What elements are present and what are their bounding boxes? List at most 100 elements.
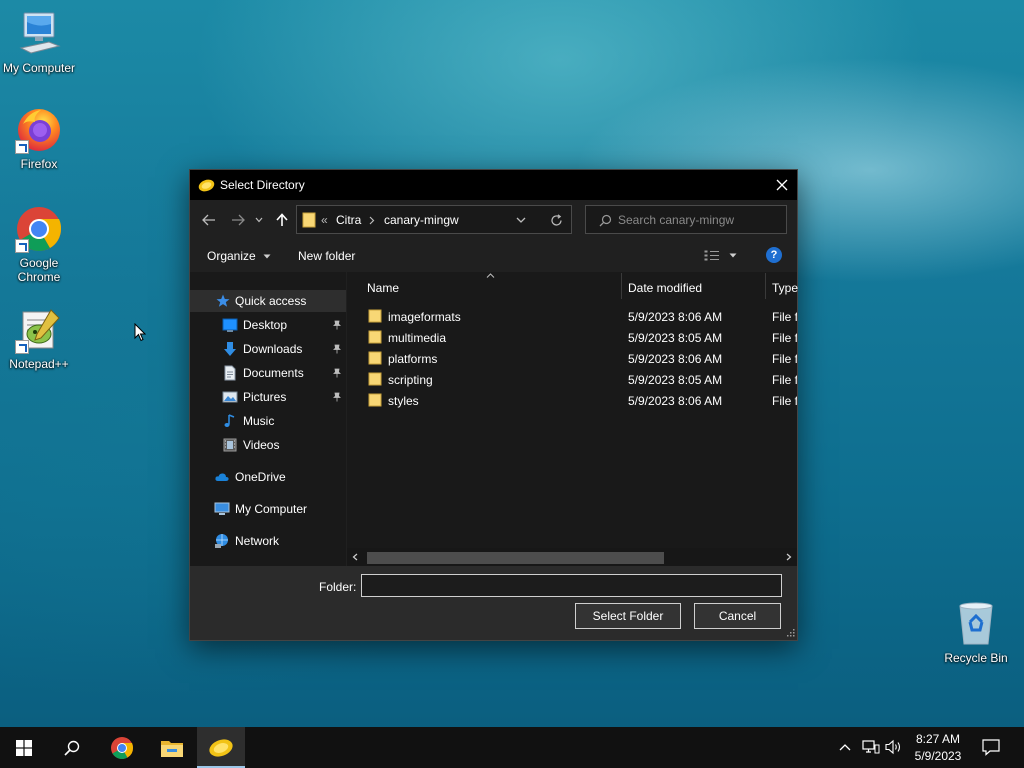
music-note-icon (224, 414, 235, 427)
scrollbar-thumb[interactable] (367, 552, 664, 564)
pin-icon[interactable] (332, 392, 342, 402)
view-options-button[interactable] (703, 248, 741, 264)
nav-label: Documents (243, 366, 304, 380)
pin-icon[interactable] (332, 344, 342, 354)
chevron-up-icon (839, 744, 851, 751)
refresh-button[interactable] (547, 212, 565, 228)
address-segment-canary-mingw[interactable]: canary-mingw (384, 213, 459, 227)
desktop-icon-google-chrome[interactable]: Google Chrome (0, 205, 79, 284)
cancel-button[interactable]: Cancel (694, 603, 781, 629)
taskbar: 8:27 AM 5/9/2023 (0, 727, 1024, 768)
desktop-icon-label: Recycle Bin (944, 651, 1008, 665)
up-button[interactable] (272, 210, 292, 230)
taskbar-file-explorer-button[interactable] (148, 727, 196, 768)
speaker-icon (885, 739, 901, 755)
network-status-button[interactable] (862, 739, 880, 755)
folder-label: Folder: (319, 580, 357, 594)
mouse-cursor-icon (134, 323, 146, 342)
new-folder-button[interactable]: New folder (298, 249, 355, 263)
address-bar[interactable]: « Citra canary-mingw (296, 205, 572, 234)
search-box[interactable]: Search canary-mingw (585, 205, 787, 234)
chevron-right-icon (369, 216, 375, 225)
volume-button[interactable] (885, 739, 903, 755)
start-button[interactable] (0, 727, 48, 768)
firefox-icon (15, 106, 63, 154)
taskbar-citra-button[interactable] (197, 727, 245, 768)
action-center-button[interactable] (982, 738, 1000, 756)
nav-downloads[interactable]: Downloads (190, 338, 346, 360)
film-strip-icon (223, 438, 237, 452)
computer-icon (15, 10, 63, 58)
shortcut-arrow-icon (15, 239, 29, 253)
column-header-type[interactable]: Type (772, 281, 798, 295)
desktop-icon-label: Google Chrome (17, 256, 61, 284)
select-folder-button[interactable]: Select Folder (575, 603, 681, 629)
help-button[interactable]: ? (766, 247, 782, 263)
scroll-left-icon[interactable] (352, 553, 358, 561)
desktop-icon-firefox[interactable]: Firefox (0, 106, 79, 171)
search-placeholder: Search canary-mingw (618, 212, 735, 227)
citra-app-icon (198, 179, 215, 191)
column-divider[interactable] (621, 273, 622, 299)
desktop-icon-recycle-bin[interactable]: Recycle Bin (936, 600, 1016, 665)
close-button[interactable] (767, 170, 797, 200)
address-dropdown-button[interactable] (513, 212, 529, 228)
help-icon: ? (770, 249, 778, 261)
address-overflow[interactable]: « (321, 213, 328, 227)
dialog-titlebar[interactable]: Select Directory (190, 170, 797, 200)
nav-documents[interactable]: Documents (190, 362, 346, 384)
chrome-icon (15, 205, 63, 253)
organize-button[interactable]: Organize (207, 249, 271, 263)
notepad-plus-plus-icon (15, 306, 63, 354)
desktop-icon-notepad-plus-plus[interactable]: Notepad++ (0, 306, 79, 371)
citra-app-icon (209, 738, 233, 757)
scroll-right-icon[interactable] (786, 553, 792, 561)
nav-desktop[interactable]: Desktop (190, 314, 346, 336)
chevron-down-icon (516, 217, 526, 223)
pin-icon[interactable] (332, 368, 342, 378)
nav-label: Videos (243, 438, 280, 452)
nav-pictures[interactable]: Pictures (190, 386, 346, 408)
nav-videos[interactable]: Videos (190, 434, 346, 456)
file-row[interactable]: multimedia 5/9/2023 8:05 AM File folder (347, 327, 797, 348)
nav-music[interactable]: Music (190, 410, 346, 432)
recent-locations-button[interactable] (253, 210, 265, 230)
file-row[interactable]: scripting 5/9/2023 8:05 AM File folder (347, 369, 797, 390)
nav-label: My Computer (235, 502, 308, 516)
search-icon (599, 214, 612, 227)
select-directory-dialog: Select Directory « Citra canary-mingw Se… (189, 169, 798, 641)
resize-grip-icon[interactable] (786, 628, 795, 637)
nav-my-computer[interactable]: My Computer (190, 498, 346, 520)
taskbar-chrome-button[interactable] (98, 727, 146, 768)
file-name: scripting (388, 373, 433, 387)
file-type: File folder (772, 394, 797, 408)
show-hidden-icons-button[interactable] (839, 740, 853, 754)
column-divider[interactable] (765, 273, 766, 299)
column-header-name[interactable]: Name (367, 281, 399, 295)
file-row[interactable]: styles 5/9/2023 8:06 AM File folder (347, 390, 797, 411)
file-list: Name Date modified Type imageformats 5/9/… (347, 272, 798, 566)
nav-network[interactable]: Network (190, 530, 346, 552)
forward-button[interactable] (228, 210, 248, 230)
folder-input[interactable] (361, 574, 782, 597)
file-type: File folder (772, 373, 797, 387)
file-row[interactable]: platforms 5/9/2023 8:06 AM File folder (347, 348, 797, 369)
back-button[interactable] (199, 210, 219, 230)
nav-onedrive[interactable]: OneDrive (190, 466, 346, 488)
nav-label: Downloads (243, 342, 303, 356)
sort-ascending-icon (486, 273, 495, 278)
nav-label: OneDrive (235, 470, 286, 484)
documents-icon (224, 365, 236, 381)
taskbar-search-button[interactable] (48, 727, 96, 768)
desktop-icon-my-computer[interactable]: My Computer (0, 10, 79, 75)
file-row[interactable]: imageformats 5/9/2023 8:06 AM File folder (347, 306, 797, 327)
address-segment-citra[interactable]: Citra (336, 213, 361, 227)
pin-icon[interactable] (332, 320, 342, 330)
nav-quick-access[interactable]: Quick access (190, 290, 346, 312)
taskbar-clock[interactable]: 8:27 AM 5/9/2023 (904, 731, 972, 765)
column-header-date-modified[interactable]: Date modified (628, 281, 702, 295)
horizontal-scrollbar[interactable] (347, 548, 797, 566)
desktop-icon-label: Notepad++ (9, 357, 69, 371)
refresh-icon (550, 213, 562, 226)
folder-icon (368, 309, 382, 323)
